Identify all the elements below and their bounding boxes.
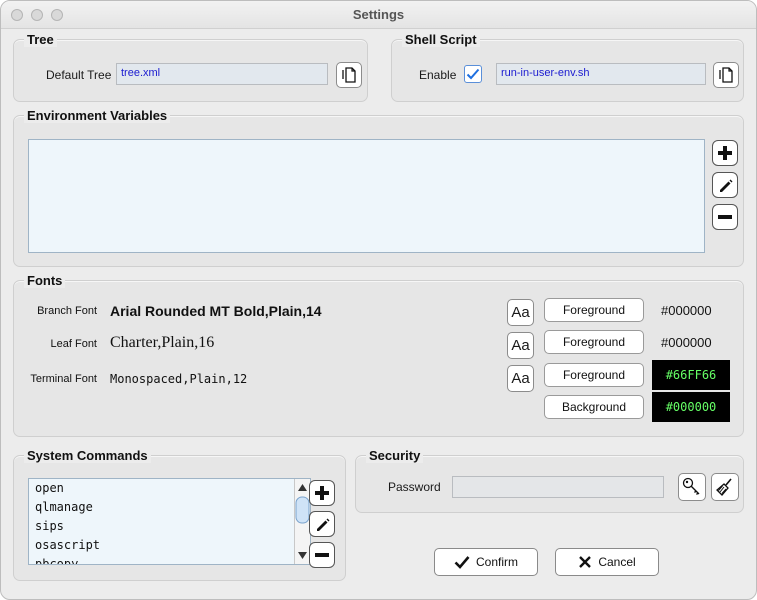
window-title: Settings [352, 7, 405, 22]
clear-password-button[interactable] [711, 473, 739, 501]
default-tree-label: Default Tree [46, 68, 112, 82]
terminal-font-value: Monospaced,Plain,12 [110, 372, 248, 386]
leaf-foreground-button[interactable]: Foreground [544, 330, 644, 354]
title-bar: Settings [1, 1, 756, 29]
settings-window: Settings Tree Default Tree tree.xml Shel… [0, 0, 757, 600]
terminal-background-button[interactable]: Background [544, 395, 644, 419]
minus-icon [718, 215, 732, 219]
fonts-group: Fonts Branch Font Arial Rounded MT Bold,… [13, 273, 744, 437]
shell-script-legend: Shell Script [402, 32, 480, 47]
tree-legend: Tree [24, 32, 57, 47]
enable-checkbox[interactable] [464, 65, 482, 83]
branch-color-value: #000000 [661, 303, 712, 318]
terminal-font-label: Terminal Font [30, 373, 97, 385]
cancel-button[interactable]: Cancel [555, 548, 659, 576]
leaf-color-value: #000000 [661, 335, 712, 350]
browse-tree-button[interactable] [336, 62, 362, 88]
font-icon: Aa [511, 337, 530, 354]
list-scrollbar[interactable] [294, 479, 310, 564]
plus-icon [718, 146, 732, 160]
key-icon [682, 477, 700, 495]
confirm-label: Confirm [475, 555, 518, 569]
add-command-button[interactable] [309, 480, 335, 506]
branch-foreground-button[interactable]: Foreground [544, 298, 644, 322]
environment-variables-group: Environment Variables [13, 108, 744, 267]
leaf-font-value: Charter,Plain,16 [110, 334, 215, 351]
checkmark-icon [466, 68, 480, 80]
branch-font-chooser-button[interactable]: Aa [507, 299, 534, 326]
checkmark-icon [454, 556, 470, 569]
remove-command-button[interactable] [309, 542, 335, 568]
environment-variables-editor[interactable] [28, 139, 705, 253]
environment-variables-legend: Environment Variables [24, 108, 171, 123]
font-icon: Aa [511, 370, 530, 387]
terminal-background-swatch: #000000 [652, 392, 730, 422]
scrollbar-arrows-icon [295, 484, 310, 559]
terminal-foreground-button[interactable]: Foreground [544, 363, 644, 387]
tree-group: Tree Default Tree tree.xml [13, 32, 368, 102]
leaf-font-chooser-button[interactable]: Aa [507, 332, 534, 359]
confirm-button[interactable]: Confirm [434, 548, 538, 576]
security-legend: Security [366, 448, 424, 463]
default-tree-field[interactable]: tree.xml [116, 63, 328, 85]
pencil-icon [720, 179, 733, 192]
password-label: Password [388, 480, 441, 494]
list-item[interactable]: qlmanage [29, 498, 310, 517]
security-group: Security Password [355, 448, 744, 513]
font-icon: Aa [511, 304, 530, 321]
shell-script-field[interactable]: run-in-user-env.sh [496, 63, 706, 85]
minus-icon [315, 553, 329, 557]
plus-icon [315, 486, 329, 500]
pencil-icon [317, 518, 330, 531]
list-item[interactable]: open [29, 479, 310, 498]
terminal-foreground-swatch: #66FF66 [652, 360, 730, 390]
set-password-button[interactable] [678, 473, 706, 501]
fonts-legend: Fonts [24, 273, 66, 288]
leaf-font-label: Leaf Font [50, 338, 97, 350]
close-icon [579, 556, 592, 568]
list-item[interactable]: pbcopy [29, 555, 310, 564]
edit-command-button[interactable] [309, 511, 335, 537]
cancel-label: Cancel [598, 555, 636, 569]
list-item[interactable]: sips [29, 517, 310, 536]
document-icon [342, 67, 356, 83]
edit-env-var-button[interactable] [712, 172, 738, 198]
system-commands-group: System Commands open qlmanage sips osasc… [13, 448, 346, 581]
terminal-font-chooser-button[interactable]: Aa [507, 365, 534, 392]
system-commands-legend: System Commands [24, 448, 151, 463]
remove-env-var-button[interactable] [712, 204, 738, 230]
document-icon [719, 67, 733, 83]
broom-icon [716, 478, 732, 496]
shell-script-group: Shell Script Enable run-in-user-env.sh [391, 32, 744, 102]
browse-script-button[interactable] [713, 62, 739, 88]
list-item[interactable]: osascript [29, 536, 310, 555]
add-env-var-button[interactable] [712, 140, 738, 166]
branch-font-value: Arial Rounded MT Bold,Plain,14 [110, 303, 322, 319]
system-commands-list[interactable]: open qlmanage sips osascript pbcopy [28, 478, 311, 565]
branch-font-label: Branch Font [37, 305, 97, 317]
enable-label: Enable [419, 68, 457, 82]
password-field[interactable] [452, 476, 664, 498]
